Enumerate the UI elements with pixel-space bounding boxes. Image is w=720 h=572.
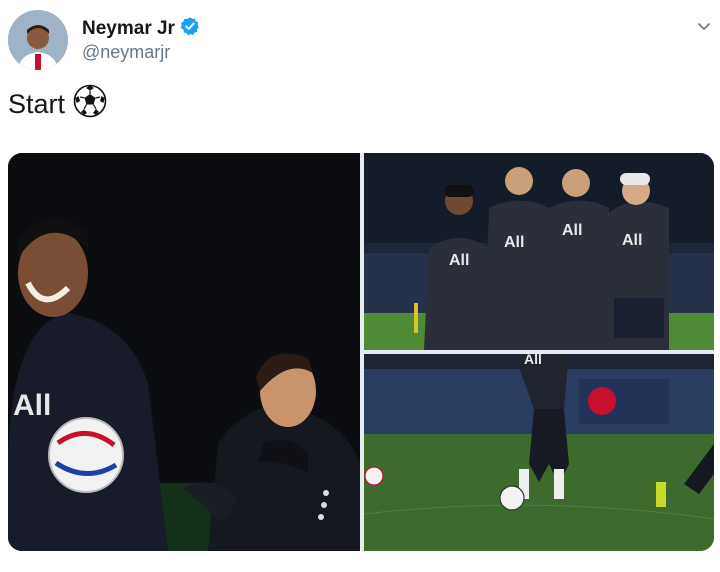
media-photo-3[interactable]: All <box>364 354 714 551</box>
kit-logo-text: All <box>449 252 469 269</box>
display-name[interactable]: Neymar Jr <box>82 18 175 40</box>
kit-logo-text: All <box>524 354 542 367</box>
media-photo-1[interactable]: All <box>8 153 360 551</box>
avatar[interactable] <box>8 10 68 70</box>
tweet-text-content: Start <box>8 89 66 119</box>
tweet-media-grid: All All All All All All <box>8 153 714 551</box>
kit-logo-text: All <box>504 234 524 251</box>
tweet-text: Start <box>8 84 107 125</box>
media-photo-2[interactable]: All All All All <box>364 153 714 350</box>
kit-logo-text: All <box>562 222 582 239</box>
name-row: Neymar Jr <box>82 16 200 41</box>
kit-logo-text: All <box>13 389 51 422</box>
verified-badge-icon <box>180 16 200 41</box>
user-handle[interactable]: @neymarjr <box>82 42 170 63</box>
chevron-down-icon[interactable] <box>696 18 712 34</box>
kit-logo-text: All <box>622 232 642 249</box>
tweet-header: Neymar Jr @neymarjr <box>8 8 712 78</box>
soccer-ball-icon <box>73 84 107 125</box>
